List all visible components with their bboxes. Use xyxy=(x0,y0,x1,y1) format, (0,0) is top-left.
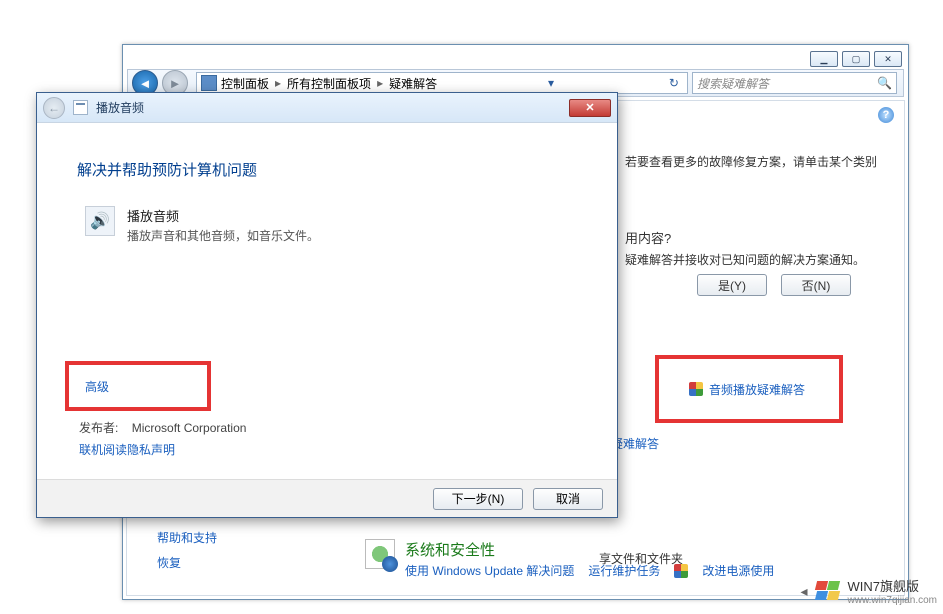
breadcrumb[interactable]: 控制面板 xyxy=(221,75,269,92)
dropdown-icon[interactable]: ▾ xyxy=(544,76,558,90)
publisher-line: 发布者: Microsoft Corporation xyxy=(79,419,246,436)
question-partial: 用内容? xyxy=(625,228,884,247)
highlight-audio-troubleshoot: 音频播放疑难解答 xyxy=(655,355,843,423)
window-caption-buttons: ▁ ▢ ✕ xyxy=(810,51,902,67)
headline-partial: 若要查看更多的故障修复方案，请单击某个类别 xyxy=(625,153,884,170)
arrow-icon: ◂ xyxy=(800,583,807,600)
system-security-section: 系统和安全性 使用 Windows Update 解决问题 运行维护任务 改进电… xyxy=(365,539,774,579)
no-button[interactable]: 否(N) xyxy=(781,274,851,296)
close-button[interactable]: ✕ xyxy=(874,51,902,67)
next-button[interactable]: 下一步(N) xyxy=(433,488,523,510)
location-icon xyxy=(201,75,217,91)
brand-url: www.win7qijian.com xyxy=(848,595,937,606)
highlight-advanced: 高级 xyxy=(65,361,211,411)
system-security-icon xyxy=(365,539,395,569)
cancel-button[interactable]: 取消 xyxy=(533,488,603,510)
minimize-button[interactable]: ▁ xyxy=(810,51,838,67)
wizard-close-button[interactable]: ✕ xyxy=(569,99,611,117)
address-bar[interactable]: 控制面板▸ 所有控制面板项▸ 疑难解答 ▾ ↻ xyxy=(196,72,688,94)
shield-icon xyxy=(674,564,688,578)
refresh-icon[interactable]: ↻ xyxy=(665,76,683,90)
yes-button[interactable]: 是(Y) xyxy=(697,274,767,296)
description-partial: 疑难解答并接收对已知问题的解决方案通知。 xyxy=(625,251,884,268)
breadcrumb[interactable]: 疑难解答 xyxy=(389,75,437,92)
see-also-links: 帮助和支持 恢复 xyxy=(157,529,217,571)
speaker-icon: 🔊 xyxy=(85,206,115,236)
breadcrumb[interactable]: 所有控制面板项 xyxy=(287,75,371,92)
privacy-link[interactable]: 联机阅读隐私声明 xyxy=(79,441,175,458)
wizard-back-button[interactable]: ← xyxy=(43,97,65,119)
document-icon xyxy=(73,100,88,115)
windows-flag-icon xyxy=(816,581,842,601)
publisher-label: 发布者: xyxy=(79,421,118,435)
branding-watermark: ◂ WIN7旗舰版 www.win7qijian.com xyxy=(800,576,937,606)
maintenance-link[interactable]: 运行维护任务 xyxy=(588,562,660,579)
audio-troubleshoot-link[interactable]: 音频播放疑难解答 xyxy=(709,381,805,398)
system-security-title[interactable]: 系统和安全性 xyxy=(405,539,774,560)
brand-name: WIN7旗舰版 xyxy=(848,576,937,595)
wizard-heading: 解决并帮助预防计算机问题 xyxy=(77,159,577,180)
wizard-titlebar: ← 播放音频 ✕ xyxy=(37,93,617,123)
publisher-value: Microsoft Corporation xyxy=(132,421,247,435)
item-title: 播放音频 xyxy=(127,206,319,225)
help-icon[interactable]: ? xyxy=(878,107,894,123)
wizard-title: 播放音频 xyxy=(96,99,144,116)
help-support-link[interactable]: 帮助和支持 xyxy=(157,529,217,546)
maximize-button[interactable]: ▢ xyxy=(842,51,870,67)
wizard-footer: 下一步(N) 取消 xyxy=(37,479,617,517)
shield-icon xyxy=(689,382,703,396)
advanced-link[interactable]: 高级 xyxy=(85,378,109,395)
troubleshoot-wizard-dialog: ← 播放音频 ✕ 解决并帮助预防计算机问题 🔊 播放音频 播放声音和其他音频，如… xyxy=(36,92,618,518)
recovery-link[interactable]: 恢复 xyxy=(157,554,217,571)
item-subtitle: 播放声音和其他音频，如音乐文件。 xyxy=(127,227,319,244)
power-link[interactable]: 改进电源使用 xyxy=(702,562,774,579)
windows-update-link[interactable]: 使用 Windows Update 解决问题 xyxy=(405,562,574,579)
search-icon: 🔍 xyxy=(877,76,892,90)
troubleshooter-item: 🔊 播放音频 播放声音和其他音频，如音乐文件。 xyxy=(85,206,577,244)
search-placeholder: 搜索疑难解答 xyxy=(697,75,769,92)
search-input[interactable]: 搜索疑难解答 🔍 xyxy=(692,72,897,94)
